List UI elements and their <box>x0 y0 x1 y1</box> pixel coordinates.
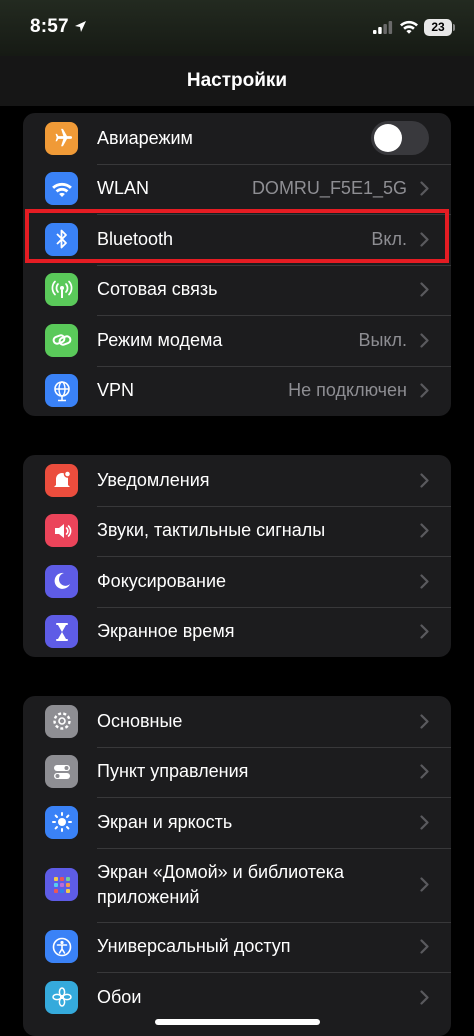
row-label-line-1: Экран «Домой» и библиотека <box>97 861 345 882</box>
chevron-right-icon <box>420 333 429 348</box>
settings-group-connectivity: Авиарежим WLAN DOMRU_F5E1_5G Bluetooth В… <box>23 113 451 416</box>
settings-group-notifications: Уведомления Звуки, тактильные сигналы Фо… <box>23 455 451 657</box>
chevron-right-icon <box>420 714 429 729</box>
settings-row-wallpaper[interactable]: Обои <box>23 972 451 1023</box>
settings-row-vpn[interactable]: VPN Не подключен <box>23 365 451 417</box>
cellular-signal-icon <box>373 21 393 34</box>
airplane-mode-toggle[interactable] <box>371 121 429 156</box>
airplane-icon <box>45 121 78 155</box>
home-grid-icon <box>45 868 78 901</box>
settings-row-control-center[interactable]: Пункт управления <box>23 746 451 798</box>
settings-row-focus[interactable]: Фокусирование <box>23 556 451 607</box>
hourglass-icon <box>45 615 78 649</box>
row-label: Сотовая связь <box>97 279 218 300</box>
chevron-right-icon <box>420 383 429 398</box>
toggle-knob <box>374 124 402 153</box>
row-label-line-2: приложений <box>97 886 200 907</box>
bell-icon <box>45 463 78 497</box>
settings-row-airplane[interactable]: Авиарежим <box>23 113 451 164</box>
bluetooth-highlight-frame <box>25 209 449 263</box>
wifi-icon <box>45 172 78 206</box>
row-label: Основные <box>97 710 183 731</box>
settings-group-general: Основные Пункт управления Экран и яркост… <box>23 696 451 1036</box>
globe-icon <box>45 374 78 408</box>
row-label: Обои <box>97 986 142 1007</box>
chevron-right-icon <box>420 764 429 779</box>
home-indicator[interactable] <box>155 1019 320 1025</box>
chevron-right-icon <box>420 624 429 639</box>
row-value: Не подключен <box>288 380 407 401</box>
status-time: 8:57 <box>30 16 69 37</box>
row-label: VPN <box>97 380 135 401</box>
battery-tip <box>453 24 455 31</box>
chevron-right-icon <box>420 815 429 830</box>
sun-icon <box>45 805 78 839</box>
row-label: Авиарежим <box>97 127 193 148</box>
accessibility-icon <box>45 930 78 964</box>
row-label: Экранное время <box>97 621 235 642</box>
settings-row-sounds[interactable]: Звуки, тактильные сигналы <box>23 505 451 557</box>
location-arrow-icon <box>75 21 86 32</box>
row-label: Универсальный доступ <box>97 936 291 957</box>
settings-row-home-screen[interactable]: Экран «Домой» и библиотека приложений <box>23 847 451 922</box>
row-label: Пункт управления <box>97 761 249 782</box>
gear-icon <box>45 704 78 738</box>
chevron-right-icon <box>420 877 429 892</box>
settings-row-notifications[interactable]: Уведомления <box>23 455 451 506</box>
row-label: Экран «Домой» и библиотека приложений <box>97 860 344 910</box>
hotspot-chain-icon <box>45 323 78 357</box>
row-value: DOMRU_F5E1_5G <box>251 178 407 199</box>
chevron-right-icon <box>420 939 429 954</box>
chevron-right-icon <box>420 282 429 297</box>
row-value: Выкл. <box>358 329 407 350</box>
settings-row-wlan[interactable]: WLAN DOMRU_F5E1_5G <box>23 163 451 215</box>
row-label: Звуки, тактильные сигналы <box>97 520 326 541</box>
moon-icon <box>45 564 78 598</box>
switches-icon <box>45 755 78 789</box>
speaker-icon <box>45 514 78 548</box>
page-title: Настройки <box>186 70 288 91</box>
chevron-right-icon <box>420 181 429 196</box>
flower-icon <box>45 980 78 1014</box>
settings-row-accessibility[interactable]: Универсальный доступ <box>23 921 451 973</box>
row-label: Фокусирование <box>97 570 227 591</box>
settings-row-hotspot[interactable]: Режим модема Выкл. <box>23 315 451 366</box>
row-label: WLAN <box>97 178 150 199</box>
battery-indicator: 23 <box>424 19 452 36</box>
settings-row-screen-time[interactable]: Экранное время <box>23 606 451 658</box>
row-label: Уведомления <box>97 469 210 490</box>
settings-row-general[interactable]: Основные <box>23 696 451 747</box>
antenna-icon <box>45 273 78 307</box>
chevron-right-icon <box>420 523 429 538</box>
chevron-right-icon <box>420 574 429 589</box>
settings-row-display[interactable]: Экран и яркость <box>23 797 451 848</box>
row-label: Режим модема <box>97 329 223 350</box>
settings-row-cellular[interactable]: Сотовая связь <box>23 264 451 316</box>
row-label: Экран и яркость <box>97 811 233 832</box>
chevron-right-icon <box>420 473 429 488</box>
wifi-status-icon <box>400 20 418 34</box>
chevron-right-icon <box>420 990 429 1005</box>
